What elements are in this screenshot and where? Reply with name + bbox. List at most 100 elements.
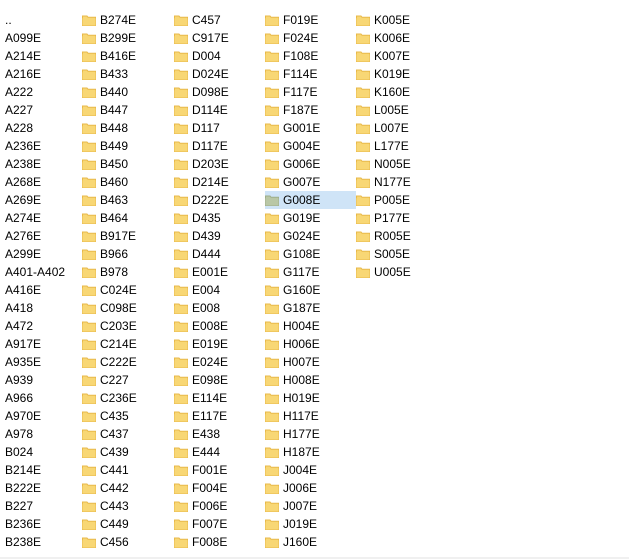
folder-item[interactable]: A472 xyxy=(5,317,82,335)
folder-item[interactable]: F187E xyxy=(265,101,356,119)
folder-item[interactable]: F006E xyxy=(174,497,265,515)
folder-item[interactable]: B464 xyxy=(82,209,174,227)
folder-item[interactable]: E008E xyxy=(174,317,265,335)
folder-item[interactable]: G008E xyxy=(265,191,356,209)
folder-item[interactable]: N005E xyxy=(356,155,446,173)
folder-item[interactable]: A227 xyxy=(5,101,82,119)
folder-item[interactable]: E117E xyxy=(174,407,265,425)
folder-item[interactable]: J006E xyxy=(265,479,356,497)
folder-item[interactable]: G108E xyxy=(265,245,356,263)
folder-item[interactable]: H007E xyxy=(265,353,356,371)
folder-item[interactable]: C442 xyxy=(82,479,174,497)
folder-item[interactable]: C214E xyxy=(82,335,174,353)
folder-item[interactable]: B214E xyxy=(5,461,82,479)
folder-item[interactable]: G187E xyxy=(265,299,356,317)
folder-item[interactable]: F108E xyxy=(265,47,356,65)
folder-item[interactable]: A236E xyxy=(5,137,82,155)
folder-item[interactable]: E098E xyxy=(174,371,265,389)
folder-item[interactable]: E004 xyxy=(174,281,265,299)
folder-item[interactable]: D114E xyxy=(174,101,265,119)
folder-item[interactable]: D004 xyxy=(174,47,265,65)
folder-item[interactable]: D439 xyxy=(174,227,265,245)
folder-item[interactable]: H187E xyxy=(265,443,356,461)
folder-item[interactable]: E444 xyxy=(174,443,265,461)
folder-item[interactable]: D222E xyxy=(174,191,265,209)
folder-item[interactable]: B227 xyxy=(5,497,82,515)
folder-item[interactable]: C435 xyxy=(82,407,174,425)
folder-item[interactable]: K005E xyxy=(356,11,446,29)
folder-item[interactable]: J019E xyxy=(265,515,356,533)
folder-item[interactable]: H008E xyxy=(265,371,356,389)
folder-item[interactable]: P177E xyxy=(356,209,446,227)
parent-folder-item[interactable]: .. xyxy=(5,11,82,29)
folder-item[interactable]: F024E xyxy=(265,29,356,47)
folder-item[interactable]: C227 xyxy=(82,371,174,389)
folder-item[interactable]: A269E xyxy=(5,191,82,209)
folder-item[interactable]: C439 xyxy=(82,443,174,461)
folder-item[interactable]: H006E xyxy=(265,335,356,353)
folder-item[interactable]: B450 xyxy=(82,155,174,173)
folder-item[interactable]: A416E xyxy=(5,281,82,299)
folder-item[interactable]: K160E xyxy=(356,83,446,101)
folder-item[interactable]: D435 xyxy=(174,209,265,227)
folder-item[interactable]: B236E xyxy=(5,515,82,533)
folder-item[interactable]: F007E xyxy=(174,515,265,533)
folder-item[interactable]: B238E xyxy=(5,533,82,551)
folder-item[interactable]: F004E xyxy=(174,479,265,497)
folder-item[interactable]: C456 xyxy=(82,533,174,551)
folder-item[interactable]: A299E xyxy=(5,245,82,263)
folder-item[interactable]: G024E xyxy=(265,227,356,245)
folder-item[interactable]: G160E xyxy=(265,281,356,299)
folder-item[interactable]: J160E xyxy=(265,533,356,551)
folder-item[interactable]: D117E xyxy=(174,137,265,155)
folder-item[interactable]: E438 xyxy=(174,425,265,443)
folder-item[interactable]: F114E xyxy=(265,65,356,83)
folder-item[interactable]: B449 xyxy=(82,137,174,155)
folder-item[interactable]: H117E xyxy=(265,407,356,425)
folder-item[interactable]: G001E xyxy=(265,119,356,137)
folder-item[interactable]: E024E xyxy=(174,353,265,371)
folder-item[interactable]: C457 xyxy=(174,11,265,29)
folder-item[interactable]: C222E xyxy=(82,353,174,371)
folder-item[interactable]: A917E xyxy=(5,335,82,353)
folder-item[interactable]: B299E xyxy=(82,29,174,47)
folder-item[interactable]: K006E xyxy=(356,29,446,47)
folder-item[interactable]: S005E xyxy=(356,245,446,263)
folder-item[interactable]: N177E xyxy=(356,173,446,191)
folder-item[interactable]: B433 xyxy=(82,65,174,83)
folder-item[interactable]: F019E xyxy=(265,11,356,29)
folder-item[interactable]: C917E xyxy=(174,29,265,47)
folder-item[interactable]: L005E xyxy=(356,101,446,119)
folder-item[interactable]: J004E xyxy=(265,461,356,479)
folder-item[interactable]: C098E xyxy=(82,299,174,317)
folder-item[interactable]: F117E xyxy=(265,83,356,101)
folder-item[interactable]: H019E xyxy=(265,389,356,407)
folder-item[interactable]: C236E xyxy=(82,389,174,407)
folder-item[interactable]: C443 xyxy=(82,497,174,515)
folder-item[interactable]: A939 xyxy=(5,371,82,389)
folder-item[interactable]: H004E xyxy=(265,317,356,335)
folder-item[interactable]: B447 xyxy=(82,101,174,119)
folder-item[interactable]: B460 xyxy=(82,173,174,191)
folder-item[interactable]: J007E xyxy=(265,497,356,515)
folder-item[interactable]: C441 xyxy=(82,461,174,479)
folder-item[interactable]: B222E xyxy=(5,479,82,497)
folder-item[interactable]: B448 xyxy=(82,119,174,137)
folder-item[interactable]: A276E xyxy=(5,227,82,245)
folder-item[interactable]: A970E xyxy=(5,407,82,425)
folder-item[interactable]: A966 xyxy=(5,389,82,407)
folder-item[interactable]: L007E xyxy=(356,119,446,137)
folder-item[interactable]: A099E xyxy=(5,29,82,47)
folder-item[interactable]: U005E xyxy=(356,263,446,281)
folder-item[interactable]: C024E xyxy=(82,281,174,299)
folder-item[interactable]: R005E xyxy=(356,227,446,245)
folder-item[interactable]: K007E xyxy=(356,47,446,65)
folder-item[interactable]: D203E xyxy=(174,155,265,173)
folder-item[interactable]: F008E xyxy=(174,533,265,551)
folder-item[interactable]: E019E xyxy=(174,335,265,353)
folder-item[interactable]: D024E xyxy=(174,65,265,83)
folder-item[interactable]: G117E xyxy=(265,263,356,281)
folder-item[interactable]: D098E xyxy=(174,83,265,101)
folder-item[interactable]: A228 xyxy=(5,119,82,137)
folder-item[interactable]: A268E xyxy=(5,173,82,191)
